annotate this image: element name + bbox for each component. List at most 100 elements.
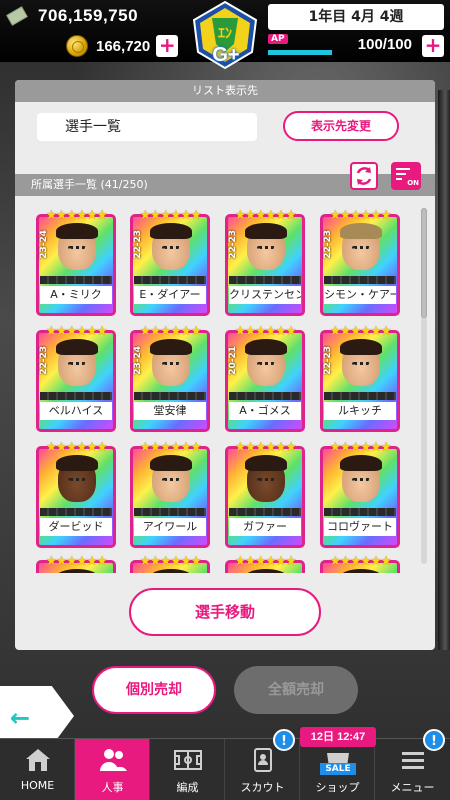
add-ap-button[interactable]: +	[422, 35, 444, 57]
move-players-button[interactable]: 選手移動	[129, 588, 321, 636]
player-portrait	[245, 339, 287, 386]
player-list-scrollbar[interactable]	[421, 208, 427, 564]
player-season: 23-24	[133, 346, 143, 375]
ap-progress-bar	[268, 50, 332, 55]
player-card[interactable]: ★★★★★★ アイワール	[130, 440, 210, 548]
club-grade: G+	[212, 44, 240, 66]
player-card[interactable]: ★★★★★★	[225, 554, 305, 573]
change-destination-button[interactable]: 表示先変更	[283, 111, 399, 141]
player-name: クリステンセン	[229, 286, 301, 304]
menu-alert-badge: !	[423, 729, 445, 751]
star-rating-icon: ★★★★★★	[45, 440, 108, 455]
card-stat-bar	[134, 392, 206, 400]
player-name: E・ダイアー	[134, 286, 206, 304]
player-card[interactable]: ★★★★★★	[130, 554, 210, 573]
list-destination-field: 選手一覧	[37, 113, 257, 141]
scrollbar-thumb[interactable]	[421, 208, 427, 318]
people-icon	[100, 749, 127, 771]
coin-display: 166,720 +	[66, 34, 179, 58]
sort-toggle-button[interactable]	[350, 162, 378, 190]
player-name: コロヴァート	[324, 518, 396, 536]
player-card[interactable]: ★★★★★★ ダービッド	[36, 440, 116, 548]
player-name: ルキッチ	[324, 402, 396, 420]
card-stat-bar	[324, 392, 396, 400]
player-portrait	[245, 569, 287, 573]
player-portrait	[340, 339, 382, 386]
star-rating-icon: ★★★★★★	[234, 208, 297, 223]
shop-timer: 12日 12:47	[300, 727, 376, 747]
nav-scout[interactable]: スカウト !	[225, 729, 300, 800]
player-name: A・ゴメス	[229, 402, 301, 420]
star-rating-icon: ★★★★★★	[329, 554, 392, 569]
player-card[interactable]: ★★★★★★ コロヴァート	[320, 440, 400, 548]
star-rating-icon: ★★★★★★	[139, 440, 202, 455]
sale-tag: SALE	[320, 763, 356, 775]
star-rating-icon: ★★★★★★	[329, 440, 392, 455]
player-portrait	[245, 455, 287, 502]
star-rating-icon: ★★★★★★	[329, 208, 392, 223]
player-card[interactable]: ★★★★★★ 23-24 A・ミリク	[36, 208, 116, 316]
nav-label: 人事	[101, 781, 124, 794]
nav-formation[interactable]: 編成	[150, 739, 225, 800]
player-portrait	[56, 569, 98, 573]
player-name: ダービッド	[40, 518, 112, 536]
player-portrait	[56, 223, 98, 270]
star-rating-icon: ★★★★★★	[139, 208, 202, 223]
player-name: 堂安律	[134, 402, 206, 420]
list-destination-header: リスト表示先	[15, 80, 435, 102]
svg-text:ｴﾝ: ｴﾝ	[218, 26, 232, 42]
player-portrait	[245, 223, 287, 270]
ap-value: 100/100	[357, 36, 412, 53]
player-card[interactable]: ★★★★★★ 22-23 ルキッチ	[320, 324, 400, 432]
nav-label: メニュー	[390, 781, 435, 794]
sell-all-button[interactable]: 全額売却	[234, 666, 358, 714]
card-stat-bar	[229, 276, 301, 284]
filter-on-label: ON	[407, 179, 419, 187]
calendar-week: 1年目 4月 4週	[268, 4, 444, 30]
player-card[interactable]: ★★★★★★	[320, 554, 400, 573]
nav-shop[interactable]: SALE ショップ	[300, 739, 375, 800]
player-season: 20-21	[228, 346, 238, 375]
player-card[interactable]: ★★★★★★	[36, 554, 116, 573]
money-value: 706,159,750	[38, 6, 139, 25]
player-season: 22-23	[39, 346, 49, 375]
player-portrait	[56, 455, 98, 502]
ap-label: AP	[268, 34, 288, 44]
nav-label: HOME	[20, 779, 55, 792]
player-portrait	[150, 455, 192, 502]
star-rating-icon: ★★★★★★	[45, 554, 108, 569]
player-card[interactable]: ★★★★★★ ガファー	[225, 440, 305, 548]
player-card[interactable]: ★★★★★★ 22-23 E・ダイアー	[130, 208, 210, 316]
player-card[interactable]: ★★★★★★ 22-23 シモン・ケアー	[320, 208, 400, 316]
bottom-nav: HOME 人事 編成 スカウト ! SALE ショップ メニュー !	[0, 729, 450, 800]
player-card[interactable]: ★★★★★★ 23-24 堂安律	[130, 324, 210, 432]
filter-button[interactable]: ON	[391, 162, 421, 190]
money-display: 706,159,750	[6, 4, 138, 28]
nav-personnel[interactable]: 人事	[75, 739, 150, 800]
player-portrait	[150, 339, 192, 386]
player-list-panel: リスト表示先 選手一覧 表示先変更 所属選手一覧 (41/250) ON ★★★…	[15, 80, 435, 650]
player-card-grid: ★★★★★★ 23-24 A・ミリク ★★★★★★ 22-23 E・ダイアー ★★★★★★ 2…	[15, 198, 435, 573]
nav-home[interactable]: HOME	[0, 739, 75, 800]
player-name: A・ミリク	[40, 286, 112, 304]
star-rating-icon: ★★★★★★	[234, 554, 297, 569]
player-card[interactable]: ★★★★★★ 20-21 A・ゴメス	[225, 324, 305, 432]
player-name: ガファー	[229, 518, 301, 536]
player-portrait	[340, 223, 382, 270]
player-card[interactable]: ★★★★★★ 22-23 クリステンセン	[225, 208, 305, 316]
player-season: 22-23	[133, 230, 143, 259]
nav-label: 編成	[176, 781, 199, 794]
back-arrow-icon: ←	[10, 704, 31, 732]
nav-label: ショップ	[315, 781, 360, 794]
player-name: ベルハイス	[40, 402, 112, 420]
star-rating-icon: ★★★★★★	[139, 324, 202, 339]
player-portrait	[150, 223, 192, 270]
sell-individual-button[interactable]: 個別売却	[92, 666, 216, 714]
player-portrait	[56, 339, 98, 386]
add-coins-button[interactable]: +	[156, 35, 179, 57]
card-stat-bar	[229, 508, 301, 516]
nav-label: スカウト	[240, 781, 285, 794]
ap-display: AP 100/100 +	[268, 34, 444, 58]
nav-menu[interactable]: メニュー !	[375, 729, 450, 800]
player-card[interactable]: ★★★★★★ 22-23 ベルハイス	[36, 324, 116, 432]
